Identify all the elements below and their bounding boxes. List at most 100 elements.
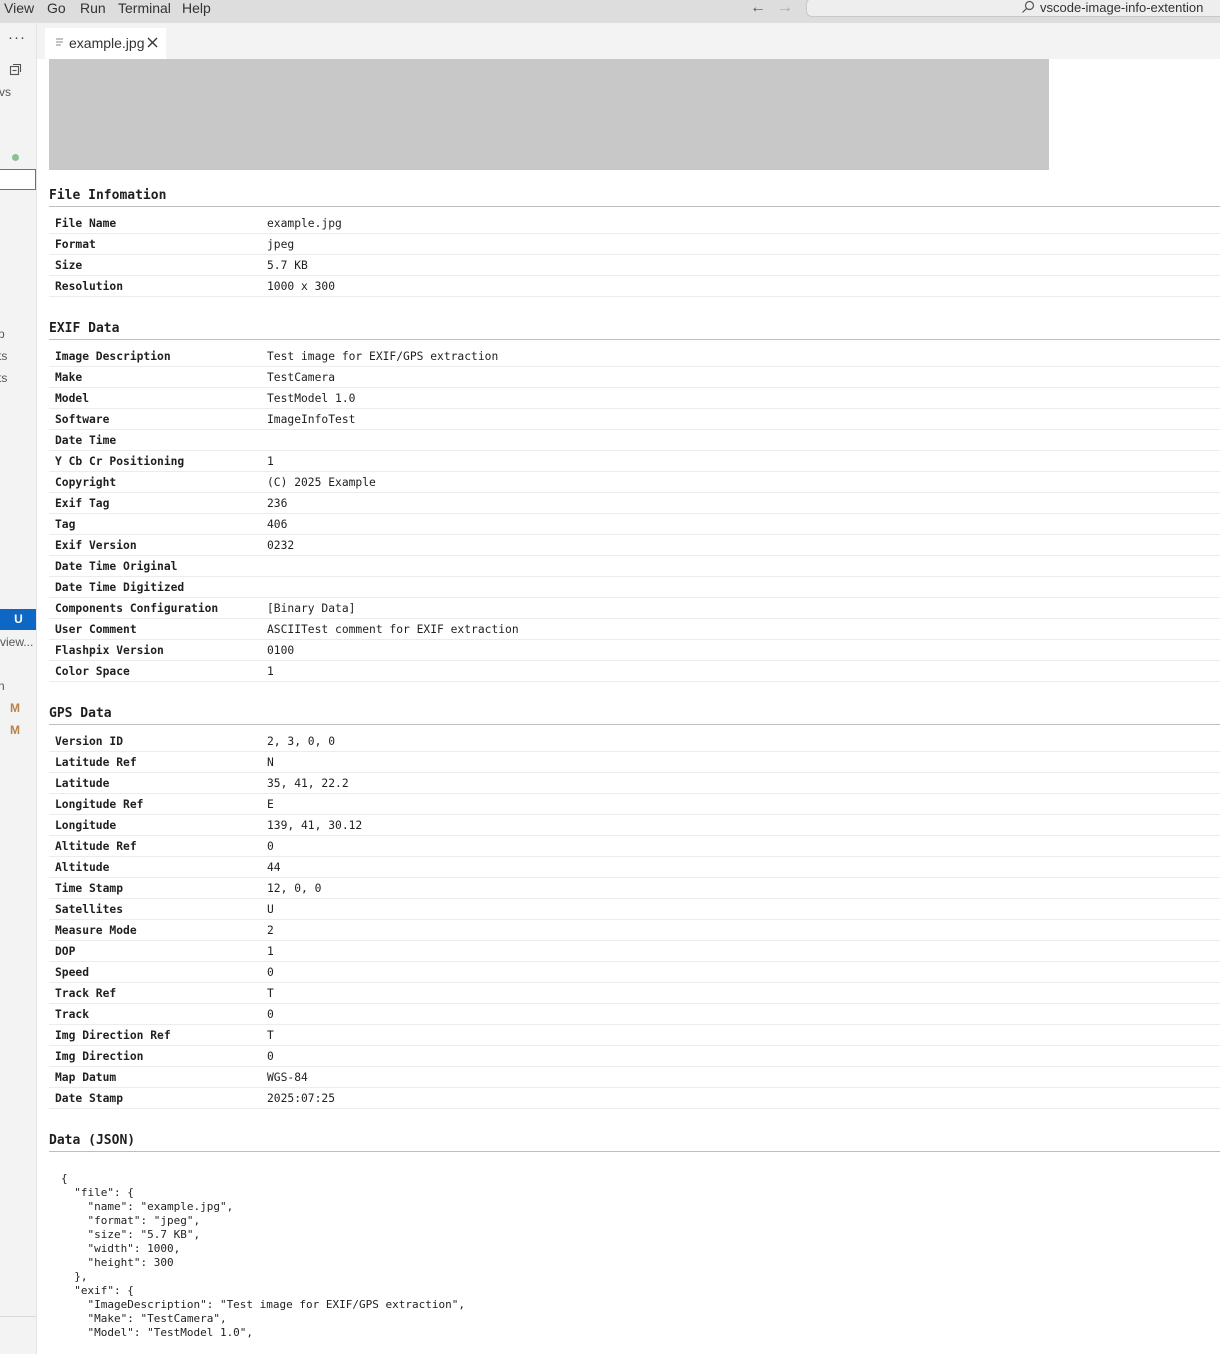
table-row: Copyright (C) 2025 Example <box>49 471 1220 493</box>
close-icon[interactable] <box>147 37 158 48</box>
collapse-all-icon[interactable] <box>9 63 22 76</box>
field-name: User Comment <box>49 618 261 640</box>
table-row: Model TestModel 1.0 <box>49 387 1220 409</box>
table-row: Img Direction Ref T <box>49 1024 1220 1046</box>
command-center-label: vscode-image-info-extention <box>1040 0 1204 15</box>
table-row: Make TestCamera <box>49 366 1220 388</box>
field-name: Color Space <box>49 660 261 682</box>
editor-tab-bar: example.jpg <box>37 23 1220 59</box>
field-name: Track Ref <box>49 982 261 1004</box>
field-value: jpeg <box>261 233 1220 255</box>
selected-item-outline[interactable] <box>0 169 36 190</box>
field-value: 1000 x 300 <box>261 275 1220 297</box>
field-name: Exif Version <box>49 534 261 556</box>
sidebar-fragment: vs <box>0 85 11 99</box>
field-value: 2025:07:25 <box>261 1087 1220 1109</box>
field-value: 12, 0, 0 <box>261 877 1220 899</box>
command-center-search[interactable]: vscode-image-info-extention <box>806 0 1220 17</box>
table-row: DOP 1 <box>49 940 1220 962</box>
field-value: 0232 <box>261 534 1220 556</box>
field-value: ASCIITest comment for EXIF extraction <box>261 618 1220 640</box>
field-name: Date Stamp <box>49 1087 261 1109</box>
back-arrow-icon[interactable]: ← <box>750 0 766 17</box>
field-name: Time Stamp <box>49 877 261 899</box>
field-value: 5.7 KB <box>261 254 1220 276</box>
field-value: 0100 <box>261 639 1220 661</box>
field-name: Exif Tag <box>49 492 261 514</box>
table-row: Track Ref T <box>49 982 1220 1004</box>
field-name: Make <box>49 366 261 388</box>
table-row: Tag 406 <box>49 513 1220 535</box>
field-value: 139, 41, 30.12 <box>261 814 1220 836</box>
table-row: Map Datum WGS-84 <box>49 1066 1220 1088</box>
field-name: Date Time <box>49 429 261 451</box>
field-name: Model <box>49 387 261 409</box>
field-name: Track <box>49 1003 261 1025</box>
menu-help[interactable]: Help <box>182 0 211 23</box>
field-value: [Binary Data] <box>261 597 1220 619</box>
field-value: 1 <box>261 660 1220 682</box>
table-row: Satellites U <box>49 898 1220 920</box>
image-info-view: File Infomation File Name example.jpg Form… <box>49 59 1220 1340</box>
table-row: Img Direction 0 <box>49 1045 1220 1067</box>
forward-arrow-icon[interactable]: → <box>777 0 793 17</box>
field-value: N <box>261 751 1220 773</box>
field-value: T <box>261 1024 1220 1046</box>
table-row: Components Configuration [Binary Data] <box>49 597 1220 619</box>
menu-run[interactable]: Run <box>80 0 106 23</box>
field-name: Date Time Digitized <box>49 576 261 598</box>
field-name: Size <box>49 254 261 276</box>
field-value: 35, 41, 22.2 <box>261 772 1220 794</box>
table-row: Altitude 44 <box>49 856 1220 878</box>
sidebar-fragment: view... <box>0 635 34 649</box>
table-row: Altitude Ref 0 <box>49 835 1220 857</box>
menu-view[interactable]: View <box>4 0 34 23</box>
table-row: Longitude Ref E <box>49 793 1220 815</box>
field-name: Img Direction <box>49 1045 261 1067</box>
modified-marker: M <box>10 701 20 715</box>
table-row: Speed 0 <box>49 961 1220 983</box>
field-value: TestCamera <box>261 366 1220 388</box>
field-value <box>261 576 1220 598</box>
field-name: Map Datum <box>49 1066 261 1088</box>
field-name: Flashpix Version <box>49 639 261 661</box>
search-icon <box>1022 0 1035 13</box>
field-value: example.jpg <box>261 213 1220 234</box>
section-title-exif: EXIF Data <box>49 319 1220 340</box>
tab-label: example.jpg <box>69 35 145 51</box>
field-value <box>261 429 1220 451</box>
field-name: Altitude <box>49 856 261 878</box>
field-value: 0 <box>261 1045 1220 1067</box>
table-row: Version ID 2, 3, 0, 0 <box>49 731 1220 752</box>
more-actions-icon[interactable]: ··· <box>8 29 26 46</box>
exif-table: Image Description Test image for EXIF/GPS… <box>49 346 1220 682</box>
table-row: Color Space 1 <box>49 660 1220 682</box>
menu-terminal[interactable]: Terminal <box>118 0 171 23</box>
field-name: Software <box>49 408 261 430</box>
table-row: Latitude 35, 41, 22.2 <box>49 772 1220 794</box>
modified-marker: M <box>10 723 20 737</box>
field-value: ImageInfoTest <box>261 408 1220 430</box>
status-dot <box>12 154 19 161</box>
field-name: Format <box>49 233 261 255</box>
table-row: Exif Tag 236 <box>49 492 1220 514</box>
field-value: 1 <box>261 450 1220 472</box>
json-block: { "file": { "name": "example.jpg", "form… <box>61 1172 465 1339</box>
untracked-badge[interactable]: U <box>0 609 36 630</box>
table-row: Size 5.7 KB <box>49 254 1220 276</box>
menu-go[interactable]: Go <box>47 0 66 23</box>
table-row: Software ImageInfoTest <box>49 408 1220 430</box>
field-name: Measure Mode <box>49 919 261 941</box>
sidebar-fragment: p <box>0 327 5 341</box>
field-value: 236 <box>261 492 1220 514</box>
field-name: Date Time Original <box>49 555 261 577</box>
field-value: Test image for EXIF/GPS extraction <box>261 346 1220 367</box>
file-icon <box>56 38 63 46</box>
field-name: Latitude <box>49 772 261 794</box>
table-row: Track 0 <box>49 1003 1220 1025</box>
table-row: Image Description Test image for EXIF/GPS… <box>49 346 1220 367</box>
field-name: File Name <box>49 213 261 234</box>
tab-example-jpg[interactable]: example.jpg <box>45 28 166 59</box>
table-row: Flashpix Version 0100 <box>49 639 1220 661</box>
field-value: (C) 2025 Example <box>261 471 1220 493</box>
